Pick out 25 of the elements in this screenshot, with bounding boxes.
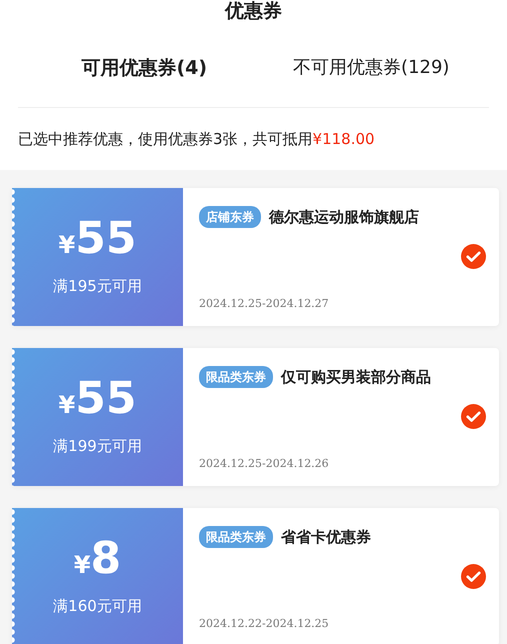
page-title: 优惠券: [225, 0, 282, 22]
tab[interactable]: 不可用优惠券(129): [254, 54, 489, 106]
coupon-dates: 2024.12.25-2024.12.27: [199, 296, 330, 312]
tab[interactable]: 可用优惠券(4): [18, 54, 254, 106]
coupon-amount: 55: [75, 216, 136, 261]
summary-text: 已选中推荐优惠，使用优惠券3张，共可抵用¥118.00: [17, 128, 376, 150]
coupon-dates: 2024.12.22-2024.12.25: [199, 616, 330, 632]
currency-symbol: ¥: [58, 232, 76, 257]
coupon-dates: 2024.12.25-2024.12.26: [199, 456, 330, 472]
currency-symbol: ¥: [74, 552, 91, 577]
check-icon[interactable]: [461, 564, 486, 589]
coupon-condition: 满160元可用: [53, 596, 142, 617]
currency-symbol: ¥: [58, 392, 76, 417]
coupon-amount: 8: [90, 536, 122, 581]
coupon-tag: 限品类东券: [199, 526, 273, 548]
check-icon[interactable]: [461, 404, 486, 429]
coupon-tag: 店铺东券: [199, 206, 261, 228]
coupon-condition: 满195元可用: [53, 276, 142, 297]
coupon-name: 省省卡优惠券: [281, 527, 371, 548]
coupon-name: 仅可购买男装部分商品: [281, 367, 431, 388]
coupon-amount: 55: [75, 376, 136, 421]
coupon-condition: 满199元可用: [53, 436, 142, 457]
coupon-tag: 限品类东券: [199, 366, 273, 388]
coupon-name: 德尔惠运动服饰旗舰店: [269, 207, 419, 228]
check-icon[interactable]: [461, 244, 486, 269]
